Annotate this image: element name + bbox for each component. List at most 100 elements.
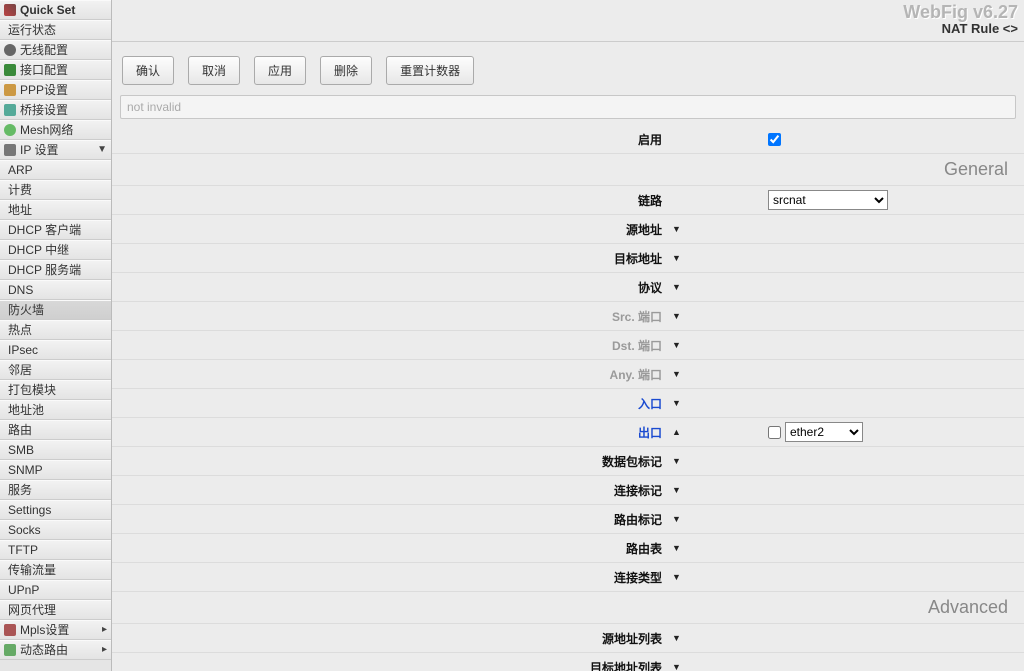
chain-select[interactable]: srcnat — [768, 190, 888, 210]
expand-icon[interactable]: ▼ — [672, 485, 688, 495]
sidebar-item-bridge[interactable]: 桥接设置 — [0, 100, 111, 120]
mesh-icon — [4, 124, 16, 136]
expand-icon[interactable]: ▼ — [672, 340, 688, 350]
routing-icon — [4, 644, 16, 656]
out-if-negate-checkbox[interactable] — [768, 426, 781, 439]
sidebar-item-settings[interactable]: Settings — [0, 500, 111, 520]
row-conn-mark: 连接标记 ▼ — [112, 476, 1024, 505]
expand-icon[interactable]: ▼ — [672, 456, 688, 466]
collapse-icon[interactable]: ▲ — [672, 427, 688, 437]
sidebar-item-services[interactable]: 服务 — [0, 480, 111, 500]
main-panel: WebFig v6.27 NAT Rule <> 确认 取消 应用 删除 重置计… — [112, 0, 1024, 671]
sidebar-item-neighbors[interactable]: 邻居 — [0, 360, 111, 380]
sidebar-item-web-proxy[interactable]: 网页代理 — [0, 600, 111, 620]
sidebar-item-accounting[interactable]: 计费 — [0, 180, 111, 200]
brand-label: WebFig v6.27 — [903, 2, 1018, 23]
sidebar-item-dhcp-server[interactable]: DHCP 服务端 — [0, 260, 111, 280]
mpls-icon — [4, 624, 16, 636]
label-dst-addr: 目标地址 — [112, 250, 672, 267]
sidebar-item-snmp[interactable]: SNMP — [0, 460, 111, 480]
sidebar-item-mpls[interactable]: Mpls设置▸ — [0, 620, 111, 640]
label-route-table: 路由表 — [112, 540, 672, 557]
row-in-if: 入口 ▼ — [112, 389, 1024, 418]
sidebar-item-traffic-flow[interactable]: 传输流量 — [0, 560, 111, 580]
sidebar-item-ipsec[interactable]: IPsec — [0, 340, 111, 360]
sidebar-item-dynamic-routing[interactable]: 动态路由▸ — [0, 640, 111, 660]
row-src-addr: 源地址 ▼ — [112, 215, 1024, 244]
label-pkt-mark: 数据包标记 — [112, 453, 672, 470]
label-enable: 启用 — [112, 131, 672, 148]
label-dst-port: Dst. 端口 — [112, 337, 672, 354]
label-conn-type: 连接类型 — [112, 569, 672, 586]
sidebar-item-quick-set[interactable]: Quick Set — [0, 0, 111, 20]
sidebar-item-dns[interactable]: DNS — [0, 280, 111, 300]
row-src-addr-list: 源地址列表 ▼ — [112, 624, 1024, 653]
sidebar-item-dhcp-relay[interactable]: DHCP 中继 — [0, 240, 111, 260]
remove-button[interactable]: 删除 — [320, 56, 372, 85]
expand-icon[interactable]: ▼ — [672, 282, 688, 292]
sidebar-item-mesh[interactable]: Mesh网络 — [0, 120, 111, 140]
expand-icon[interactable]: ▼ — [672, 398, 688, 408]
row-dst-port: Dst. 端口 ▼ — [112, 331, 1024, 360]
sidebar: Quick Set 运行状态 无线配置 接口配置 PPP设置 桥接设置 Mesh… — [0, 0, 112, 671]
label-chain: 链路 — [112, 192, 672, 209]
label-in-if[interactable]: 入口 — [112, 395, 672, 412]
label-src-addr-list: 源地址列表 — [112, 630, 672, 647]
sidebar-item-wireless[interactable]: 无线配置 — [0, 40, 111, 60]
sidebar-item-ip[interactable]: IP 设置▼ — [0, 140, 111, 160]
expand-icon[interactable]: ▼ — [672, 662, 688, 671]
row-out-if: 出口 ▲ ether2 — [112, 418, 1024, 447]
section-general: General — [112, 154, 1024, 186]
sidebar-item-packing[interactable]: 打包模块 — [0, 380, 111, 400]
sidebar-item-hotspot[interactable]: 热点 — [0, 320, 111, 340]
sidebar-item-smb[interactable]: SMB — [0, 440, 111, 460]
row-protocol: 协议 ▼ — [112, 273, 1024, 302]
sidebar-item-interfaces[interactable]: 接口配置 — [0, 60, 111, 80]
sidebar-item-dhcp-client[interactable]: DHCP 客户端 — [0, 220, 111, 240]
ok-button[interactable]: 确认 — [122, 56, 174, 85]
label-src-addr: 源地址 — [112, 221, 672, 238]
row-dst-addr-list: 目标地址列表 ▼ — [112, 653, 1024, 671]
sidebar-item-firewall[interactable]: 防火墙 — [0, 300, 111, 320]
expand-icon[interactable]: ▼ — [672, 572, 688, 582]
label-route-mark: 路由标记 — [112, 511, 672, 528]
row-pkt-mark: 数据包标记 ▼ — [112, 447, 1024, 476]
chevron-right-icon: ▸ — [102, 640, 107, 660]
wireless-icon — [4, 44, 16, 56]
cancel-button[interactable]: 取消 — [188, 56, 240, 85]
sidebar-item-ppp[interactable]: PPP设置 — [0, 80, 111, 100]
expand-icon[interactable]: ▼ — [672, 543, 688, 553]
expand-icon[interactable]: ▼ — [672, 224, 688, 234]
label-out-if[interactable]: 出口 — [112, 424, 672, 441]
enable-checkbox[interactable] — [768, 133, 781, 146]
expand-icon[interactable]: ▼ — [672, 311, 688, 321]
row-chain: 链路 srcnat — [112, 186, 1024, 215]
section-advanced: Advanced — [112, 592, 1024, 624]
label-src-port: Src. 端口 — [112, 308, 672, 325]
sidebar-item-tftp[interactable]: TFTP — [0, 540, 111, 560]
sidebar-item-arp[interactable]: ARP — [0, 160, 111, 180]
label-protocol: 协议 — [112, 279, 672, 296]
row-enable: 启用 — [112, 125, 1024, 154]
sidebar-item-run-status[interactable]: 运行状态 — [0, 20, 111, 40]
row-src-port: Src. 端口 ▼ — [112, 302, 1024, 331]
interfaces-icon — [4, 64, 16, 76]
out-if-select[interactable]: ether2 — [785, 422, 863, 442]
quick-set-icon — [4, 4, 16, 16]
chevron-right-icon: ▸ — [102, 620, 107, 640]
expand-icon[interactable]: ▼ — [672, 633, 688, 643]
expand-icon[interactable]: ▼ — [672, 369, 688, 379]
sidebar-item-addresses[interactable]: 地址 — [0, 200, 111, 220]
label-any-port: Any. 端口 — [112, 366, 672, 383]
reset-counters-button[interactable]: 重置计数器 — [386, 56, 474, 85]
sidebar-item-socks[interactable]: Socks — [0, 520, 111, 540]
expand-icon[interactable]: ▼ — [672, 514, 688, 524]
label-dst-addr-list: 目标地址列表 — [112, 659, 672, 671]
sidebar-item-pool[interactable]: 地址池 — [0, 400, 111, 420]
sidebar-item-upnp[interactable]: UPnP — [0, 580, 111, 600]
apply-button[interactable]: 应用 — [254, 56, 306, 85]
sidebar-item-routes[interactable]: 路由 — [0, 420, 111, 440]
expand-icon[interactable]: ▼ — [672, 253, 688, 263]
chevron-down-icon: ▼ — [97, 140, 107, 160]
toolbar: 确认 取消 应用 删除 重置计数器 — [112, 42, 1024, 95]
